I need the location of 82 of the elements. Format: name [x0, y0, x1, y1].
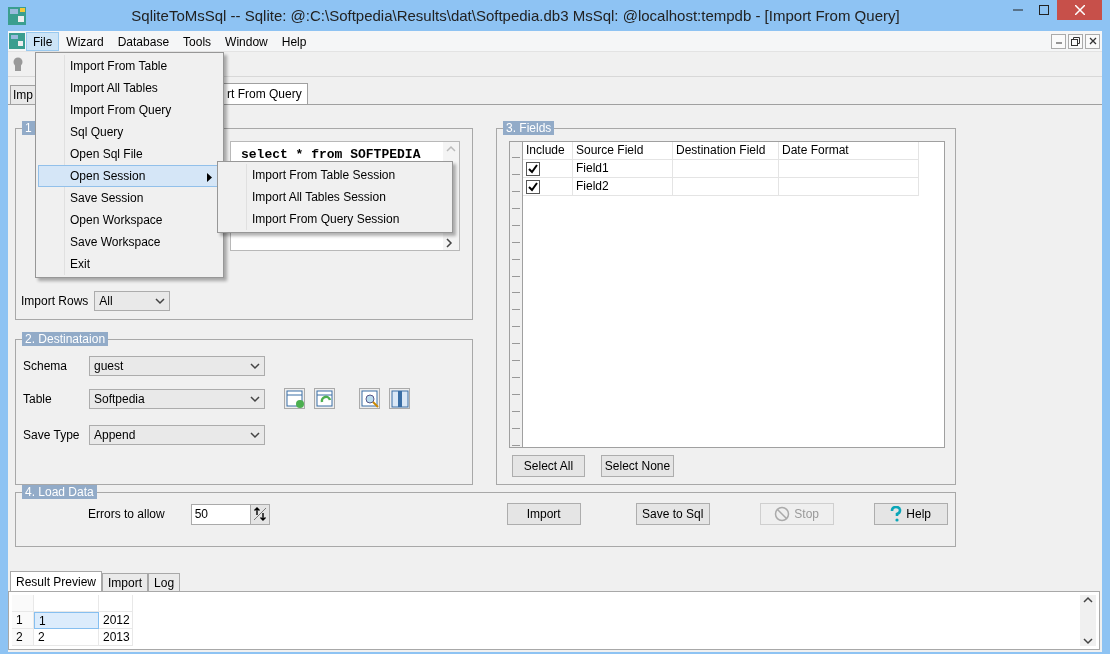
menu-item[interactable]: Open Workspace — [38, 209, 221, 231]
row-number: 1 — [12, 612, 34, 629]
checkbox[interactable] — [526, 162, 540, 176]
menu-item[interactable]: Tools — [176, 31, 219, 51]
menu-item[interactable]: Window — [218, 31, 275, 51]
menu-item[interactable]: Database — [110, 31, 177, 51]
stop-icon — [774, 506, 791, 522]
dropdown-caret-icon — [250, 362, 260, 370]
dropdown[interactable]: Append — [89, 425, 265, 445]
table-cell: Field1 — [573, 160, 673, 177]
columns-icon — [390, 389, 409, 408]
spin-arrows-icon[interactable] — [252, 507, 267, 521]
maximize-icon — [1039, 5, 1049, 15]
tab[interactable]: Imp — [10, 85, 36, 104]
menu-item[interactable]: Wizard — [59, 31, 111, 51]
button[interactable]: Select None — [601, 455, 674, 477]
add-table-icon — [285, 389, 304, 408]
column-header[interactable]: Destination Field — [673, 142, 779, 159]
toolbar-button[interactable] — [359, 388, 380, 409]
close-icon — [1074, 5, 1085, 15]
group-title: 3. Fields — [503, 121, 555, 135]
table-cell[interactable]: 1 — [34, 612, 99, 629]
table-cell[interactable]: 2013 — [99, 629, 133, 646]
dropdown[interactable]: guest — [89, 356, 265, 376]
field-label: Schema — [23, 359, 69, 373]
tab[interactable]: Import — [102, 573, 149, 591]
window-title: SqliteToMsSql -- Sqlite: @:C:\Softpedia\Results\dat\Softpedia.db3 MsSql: @localhost:tempdb - [Import From Query] — [130, 7, 901, 24]
toolbar-button[interactable] — [389, 388, 410, 409]
menu-item[interactable]: Import From Table Session — [220, 164, 450, 186]
errors-input[interactable]: 50 — [190, 503, 250, 525]
menu-item[interactable]: Save Workspace — [38, 231, 221, 253]
scroll-up-icon[interactable] — [1082, 595, 1094, 605]
sql-text: select * from SOFTPEDIA — [241, 147, 421, 162]
menu-item[interactable]: Import All Tables Session — [220, 186, 450, 208]
group-title: 4. Load Data — [22, 485, 97, 499]
row-number: 2 — [12, 629, 34, 646]
menu-item[interactable]: Open Sql File — [38, 143, 221, 165]
button[interactable]: Select All — [512, 455, 585, 477]
tab[interactable]: Log — [148, 573, 181, 591]
dropdown[interactable]: Softpedia — [89, 388, 265, 409]
dropdown-caret-icon — [250, 394, 260, 403]
refresh-table-icon — [315, 389, 334, 408]
field-label: Save Type — [23, 428, 81, 442]
close-icon — [1088, 37, 1097, 45]
tab[interactable]: Result Preview — [10, 571, 103, 591]
menu-item[interactable]: Save Session — [38, 187, 221, 209]
import-rows-dropdown[interactable]: All — [94, 291, 171, 311]
table-cell[interactable]: 2012 — [99, 612, 133, 629]
close-button[interactable] — [1085, 33, 1100, 49]
checkbox[interactable] — [526, 180, 540, 194]
person-icon — [12, 57, 24, 71]
menu-item[interactable]: Help — [274, 31, 314, 51]
menu-item[interactable]: Exit — [38, 253, 221, 275]
button[interactable]: Help — [873, 503, 948, 525]
dropdown-caret-icon — [155, 297, 166, 305]
scroll-down-icon[interactable] — [1082, 636, 1094, 646]
column-header[interactable]: Source Field — [573, 142, 673, 159]
column-header[interactable]: Date Format — [779, 142, 919, 159]
button[interactable]: Save to Sql — [635, 503, 710, 525]
table-cell: Field2 — [573, 178, 673, 195]
menu-item[interactable]: Import From Query Session — [220, 208, 450, 230]
restore-button[interactable] — [1068, 33, 1083, 49]
table-cell[interactable]: 2 — [34, 629, 99, 646]
menu-item[interactable]: File — [26, 31, 60, 51]
app-icon — [8, 6, 26, 25]
field-label: Import Rows — [21, 294, 89, 308]
search-table-icon — [360, 389, 379, 408]
menu-item[interactable]: Sql Query — [38, 121, 221, 143]
field-label: Table — [23, 391, 53, 406]
menu-item[interactable]: Import From Table — [38, 55, 221, 77]
group-title: 1 — [22, 121, 35, 135]
dropdown-caret-icon — [250, 431, 260, 439]
toolbar-button[interactable] — [314, 388, 335, 409]
column-header[interactable]: Include — [523, 142, 573, 159]
question-mark-icon — [890, 506, 903, 522]
toolbar-button[interactable] — [284, 388, 305, 409]
group-title: 2. Destinataion — [22, 332, 109, 346]
minimize-icon — [1013, 9, 1023, 11]
restore-icon — [1071, 36, 1080, 46]
grid-corner — [12, 595, 34, 612]
field-label: Errors to allow — [88, 507, 165, 521]
button[interactable]: Import — [506, 503, 581, 525]
